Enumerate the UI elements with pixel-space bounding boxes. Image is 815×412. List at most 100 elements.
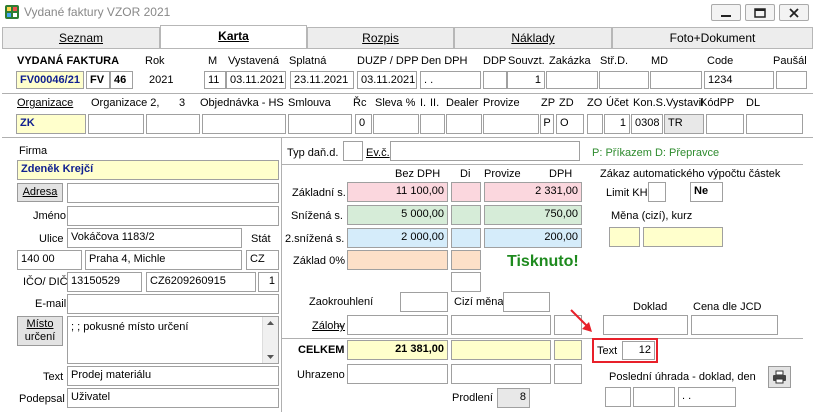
misto-scrollbar[interactable] <box>262 317 278 363</box>
zakazka-field[interactable] <box>546 71 598 89</box>
print-button[interactable] <box>768 366 791 388</box>
posledni-den-field[interactable]: . . <box>678 387 736 407</box>
dl-field[interactable] <box>746 114 803 134</box>
zo-field[interactable] <box>587 114 603 134</box>
sleva-field[interactable] <box>373 114 419 134</box>
ucet-field[interactable]: 0308 <box>631 114 663 134</box>
code-field[interactable]: 1234 <box>704 71 774 89</box>
doklad-field[interactable] <box>603 315 688 335</box>
celkem-extra-field[interactable] <box>554 340 582 360</box>
text-count-field[interactable]: 12 <box>622 341 655 360</box>
doc-number-field[interactable]: FV00046/21 <box>16 71 84 89</box>
psc-field[interactable]: 140 00 <box>17 250 82 270</box>
uhrazeno-currency-field[interactable] <box>451 364 551 384</box>
ico-number-field[interactable]: 1 <box>258 272 279 292</box>
ddp-field[interactable] <box>483 71 507 89</box>
dic-field[interactable]: CZ6209260915 <box>146 272 256 292</box>
zakladni-di-field[interactable] <box>451 182 481 202</box>
pausal-field[interactable] <box>776 71 807 89</box>
ulice-field[interactable]: Vokáčova 1183/2 <box>67 228 242 248</box>
zo-value-field[interactable]: 1 <box>604 114 630 134</box>
misto-urceni-button[interactable]: Místo určení <box>17 316 63 346</box>
snizena2-bez-dph-field[interactable]: 2 000,00 <box>347 228 448 248</box>
stat-field[interactable]: CZ <box>246 250 279 270</box>
kurz-field[interactable] <box>643 227 723 247</box>
duzp-field[interactable]: 03.11.2021 <box>357 71 417 89</box>
vystavil-field[interactable]: TR <box>664 114 704 134</box>
text-field[interactable]: Prodej materiálu <box>67 366 279 386</box>
limit-kh-field[interactable] <box>648 182 666 202</box>
vystavena-field[interactable]: 03.11.2021 <box>226 71 286 89</box>
zaklad0-di-field[interactable] <box>451 250 481 270</box>
mesto-field[interactable]: Praha 4, Michle <box>85 250 242 270</box>
month-field[interactable]: 11 <box>204 71 226 89</box>
posledni-doklad2-field[interactable] <box>633 387 675 407</box>
provize-field[interactable] <box>483 114 539 134</box>
ico-field[interactable]: 13150529 <box>67 272 142 292</box>
den-dph-field[interactable]: . . <box>420 71 481 89</box>
snizena-bez-dph-field[interactable]: 5 000,00 <box>347 205 448 225</box>
dealer-field[interactable] <box>446 114 482 134</box>
snizena2-di-field[interactable] <box>451 228 481 248</box>
mena-field[interactable] <box>609 227 640 247</box>
zaklad0-field[interactable] <box>347 250 448 270</box>
misto-urceni-field[interactable]: ; ; pokusné místo určení <box>67 316 279 364</box>
extra-di-field[interactable] <box>451 272 481 292</box>
rc-field[interactable]: 0 <box>355 114 372 134</box>
zalohy-currency-field[interactable] <box>451 315 551 335</box>
prodleni-field[interactable]: 8 <box>497 388 530 408</box>
zakladni-dph-field[interactable]: 2 331,00 <box>484 182 582 202</box>
md-field[interactable] <box>650 71 702 89</box>
smlouva-field[interactable] <box>288 114 352 134</box>
limit-ne-field[interactable]: Ne <box>690 182 723 202</box>
tab-karta[interactable]: Karta <box>160 25 307 49</box>
snizena2-dph-field[interactable]: 200,00 <box>484 228 582 248</box>
tab-foto-dokument[interactable]: Foto+Dokument <box>612 27 813 49</box>
text-count-label: Text <box>597 345 618 357</box>
series-number-field[interactable]: 46 <box>110 71 133 89</box>
uhrazeno-extra-field[interactable] <box>554 364 582 384</box>
sleva-ii-field[interactable] <box>420 114 445 134</box>
posledni-doklad1-field[interactable] <box>605 387 631 407</box>
tab-seznam[interactable]: Seznam <box>2 27 160 49</box>
zaokrouhleni-field[interactable] <box>400 292 448 312</box>
minimize-button[interactable] <box>711 4 741 21</box>
souvzt-field[interactable]: 1 <box>507 71 545 89</box>
cizi-mena-field[interactable] <box>503 292 550 312</box>
organizace2-field[interactable] <box>88 114 144 134</box>
firma-field[interactable]: Zdeněk Krejčí <box>17 160 279 180</box>
cena-jcd-field[interactable] <box>691 315 778 335</box>
adresa-button[interactable]: Adresa <box>17 183 63 202</box>
zp-field[interactable]: P <box>540 114 554 134</box>
series-field[interactable]: FV <box>86 71 110 89</box>
snizena-di-field[interactable] <box>451 205 481 225</box>
maximize-button[interactable] <box>745 4 775 21</box>
rc-label: Řc <box>353 97 367 109</box>
celkem-field[interactable]: 21 381,00 <box>347 340 448 360</box>
organizace3-field[interactable] <box>146 114 200 134</box>
strd-field[interactable] <box>599 71 649 89</box>
posledni-uhrada-label: Poslední úhrada - doklad, den <box>609 371 756 383</box>
uhrazeno-field[interactable] <box>347 364 448 384</box>
zakladni-bez-dph-field[interactable]: 11 100,00 <box>347 182 448 202</box>
podepsal-field[interactable]: Uživatel <box>67 388 279 408</box>
snizena-dph-field[interactable]: 750,00 <box>484 205 582 225</box>
kodpp-field[interactable] <box>706 114 744 134</box>
organizace-field[interactable]: ZK <box>16 114 86 134</box>
tab-naklady[interactable]: Náklady <box>454 27 612 49</box>
evc-field[interactable] <box>390 141 580 161</box>
typ-dan-field[interactable] <box>343 141 363 161</box>
objednavka-field[interactable] <box>202 114 286 134</box>
adresa-field[interactable] <box>67 183 279 203</box>
jmeno-field[interactable] <box>67 206 279 226</box>
tab-rozpis[interactable]: Rozpis <box>307 27 454 49</box>
close-button[interactable] <box>779 4 809 21</box>
celkem-currency-field[interactable] <box>451 340 551 360</box>
dl-label: DL <box>746 97 761 109</box>
splatna-field[interactable]: 23.11.2021 <box>290 71 354 89</box>
zd-field[interactable]: O <box>556 114 584 134</box>
email-field[interactable] <box>67 294 279 314</box>
pausal-label: Paušál <box>773 55 807 67</box>
firma-label: Firma <box>19 145 48 157</box>
zalohy-field[interactable] <box>347 315 448 335</box>
